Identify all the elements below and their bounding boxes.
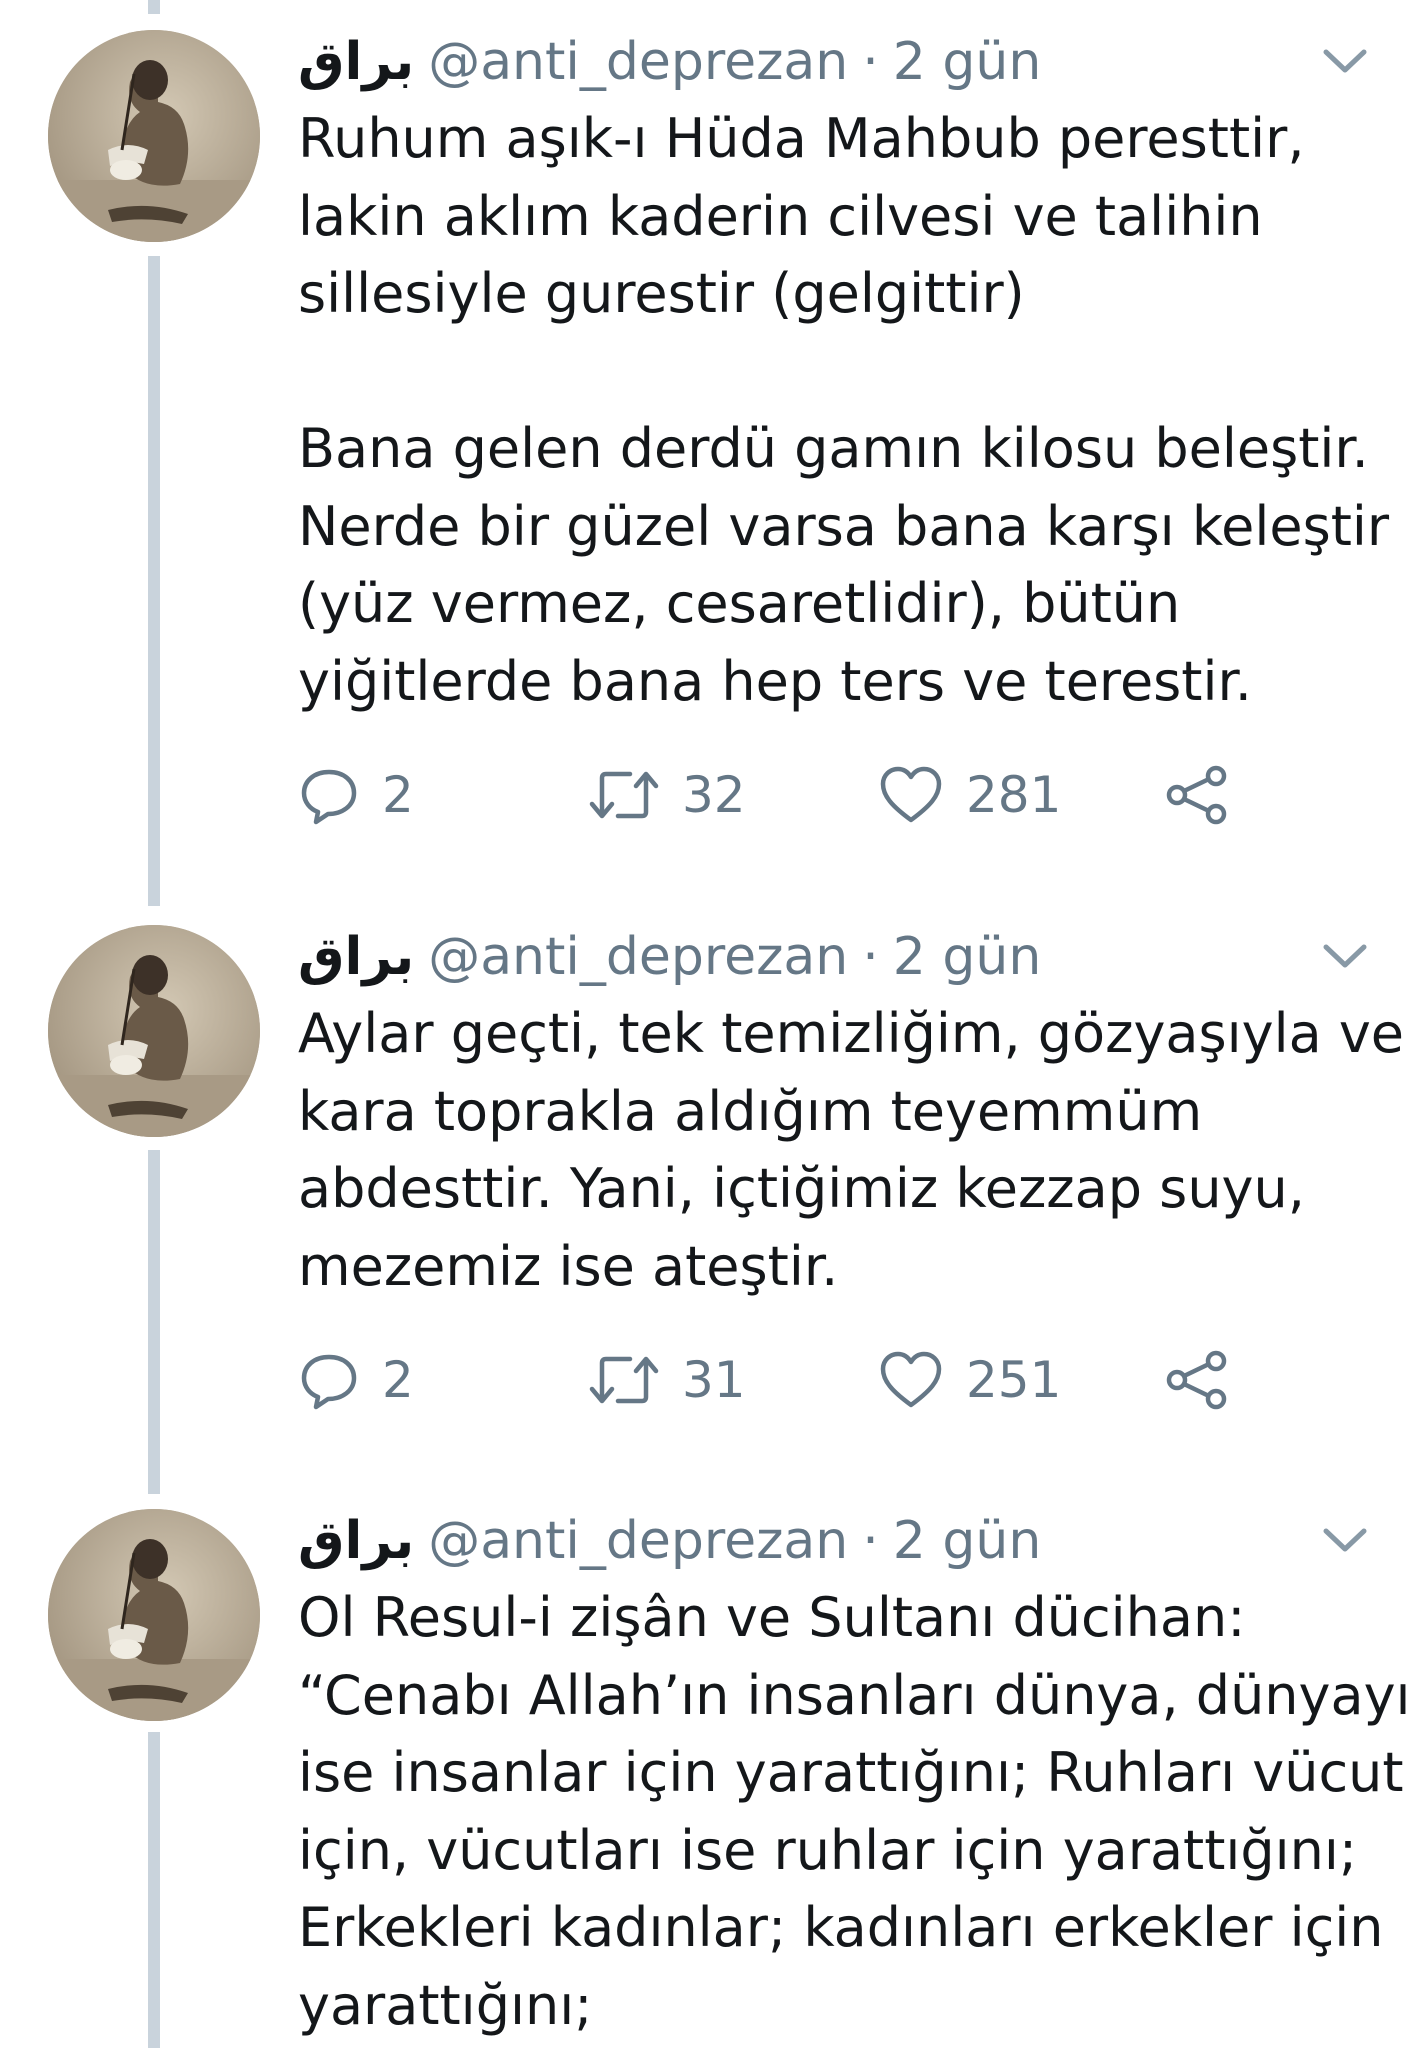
tweet-text-line: yiğitlerde bana hep ters ve terestir.: [298, 649, 1252, 713]
reply-icon: [301, 769, 357, 825]
like-count: 281: [966, 766, 1062, 824]
tweet-actions: 2 31 251: [298, 1345, 1298, 1415]
tweet-text-line: Nerde bir güzel varsa bana karşı keleşti…: [298, 494, 1390, 558]
reply-count: 2: [382, 1351, 414, 1409]
avatar-photo-icon: [48, 1509, 260, 1721]
share-button[interactable]: [1164, 760, 1230, 830]
tweet-header: براق @anti_deprezan · 2 gün: [298, 917, 1041, 997]
reply-icon: [301, 1354, 357, 1410]
like-button[interactable]: 281: [878, 760, 1061, 830]
tweet-2[interactable]: براق @anti_deprezan · 2 gün Aylar geçti,…: [0, 917, 1412, 1477]
tweet-text: Ruhum aşık-ı Hüda Mahbub peresttir, laki…: [298, 100, 1390, 720]
timestamp[interactable]: 2 gün: [893, 32, 1042, 92]
tweet-text-line: kara toprakla aldığım teyemmüm: [298, 1079, 1203, 1143]
tweet-text-line: için, vücutları ise ruhlar için yarattığ…: [298, 1818, 1358, 1882]
reply-button[interactable]: 2: [298, 1345, 414, 1415]
share-icon: [1166, 765, 1227, 825]
paragraph-break: [298, 333, 1378, 411]
reply-count: 2: [382, 766, 414, 824]
tweet-text-line: Aylar geçti, tek temizliğim, gözyaşıyla …: [298, 1002, 1405, 1065]
separator-dot: ·: [862, 927, 879, 987]
share-button[interactable]: [1164, 1345, 1230, 1415]
chevron-down-icon[interactable]: [1320, 42, 1370, 82]
tweet-text-line: Erkekleri kadınlar; kadınları erkekler i…: [298, 1896, 1384, 1959]
retweet-button[interactable]: 31: [588, 1345, 746, 1415]
tweet-text-line: sillesiyle gurestir (gelgittir): [298, 262, 1025, 325]
avatar-photo-icon: [48, 925, 260, 1137]
heart-icon: [880, 766, 942, 823]
tweet-1[interactable]: براق @anti_deprezan · 2 gün Ruhum aşık-ı…: [0, 22, 1412, 882]
tweet-text-line: “Cenabı Allah’ın insanları dünya, dünyay…: [298, 1663, 1411, 1727]
tweet-text-line: Ol Resul-i zişân ve Sultanı dücihan:: [298, 1586, 1246, 1649]
retweet-count: 32: [682, 766, 746, 824]
tweet-text-line: mezemiz ise ateştir.: [298, 1234, 839, 1298]
chevron-down-icon[interactable]: [1320, 1521, 1370, 1561]
chevron-down-icon[interactable]: [1320, 937, 1370, 977]
tweet-actions: 2 32 281: [298, 760, 1298, 830]
avatar[interactable]: [48, 925, 260, 1137]
timestamp[interactable]: 2 gün: [893, 927, 1042, 987]
tweet-text-line: Ruhum aşık-ı Hüda Mahbub peresttir,: [298, 107, 1305, 170]
tweet-text-line: yarattığını;: [298, 1973, 593, 2037]
tweet-text-line: (yüz vermez, cesaretlidir), bütün: [298, 572, 1181, 635]
user-handle[interactable]: @anti_deprezan: [428, 1511, 848, 1571]
tweet-text-line: ise insanlar için yarattığını; Ruhları v…: [298, 1741, 1404, 1804]
tweet-text-line: abdesttir. Yani, içtiğimiz kezzap suyu,: [298, 1157, 1305, 1220]
avatar[interactable]: [48, 30, 260, 242]
timestamp[interactable]: 2 gün: [893, 1511, 1042, 1571]
retweet-icon: [589, 1356, 659, 1404]
separator-dot: ·: [862, 32, 879, 92]
display-name[interactable]: براق: [298, 32, 414, 92]
retweet-button[interactable]: 32: [588, 760, 746, 830]
tweet-3[interactable]: براق @anti_deprezan · 2 gün Ol Resul-i z…: [0, 1501, 1412, 2048]
share-icon: [1166, 1350, 1227, 1410]
reply-button[interactable]: 2: [298, 760, 414, 830]
tweet-text-line: Bana gelen derdü gamın kilosu beleştir.: [298, 417, 1369, 480]
user-handle[interactable]: @anti_deprezan: [428, 927, 848, 987]
user-handle[interactable]: @anti_deprezan: [428, 32, 848, 92]
like-button[interactable]: 251: [878, 1345, 1061, 1415]
tweet-text: Ol Resul-i zişân ve Sultanı dücihan: “Ce…: [298, 1579, 1411, 2044]
avatar[interactable]: [48, 1509, 260, 1721]
tweet-header: براق @anti_deprezan · 2 gün: [298, 22, 1041, 102]
thread-line-top: [148, 0, 160, 14]
tweet-text-line: lakin aklım kaderin cilvesi ve talihin: [298, 184, 1263, 248]
avatar-photo-icon: [48, 30, 260, 242]
retweet-count: 31: [682, 1351, 746, 1409]
display-name[interactable]: براق: [298, 1511, 414, 1571]
heart-icon: [880, 1351, 942, 1408]
display-name[interactable]: براق: [298, 927, 414, 987]
tweet-text: Aylar geçti, tek temizliğim, gözyaşıyla …: [298, 995, 1405, 1305]
like-count: 251: [966, 1351, 1062, 1409]
retweet-icon: [589, 771, 659, 819]
tweet-header: براق @anti_deprezan · 2 gün: [298, 1501, 1041, 1581]
separator-dot: ·: [862, 1511, 879, 1571]
